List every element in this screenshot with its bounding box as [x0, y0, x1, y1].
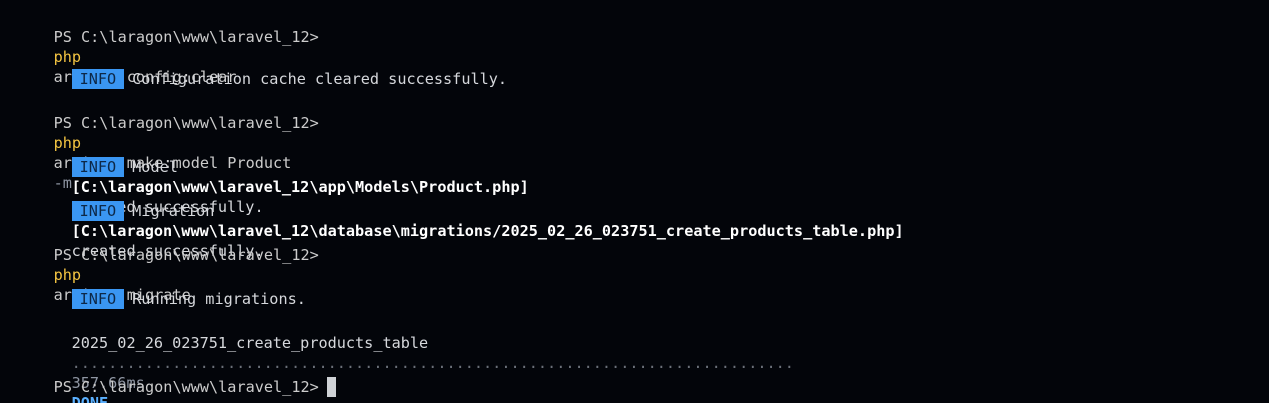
output-line-migrated: 2025_02_26_023751_create_products_table …	[35, 313, 794, 403]
info-badge: INFO	[71, 289, 125, 309]
info-badge: INFO	[71, 201, 125, 221]
prompt-line-current[interactable]: PS C:\laragon\www\laravel_12>	[17, 357, 336, 397]
prompt-path: PS C:\laragon\www\laravel_12>	[53, 246, 319, 264]
output-prefix: Migration	[132, 202, 215, 220]
prompt-path: PS C:\laragon\www\laravel_12>	[53, 28, 319, 46]
prompt-path: PS C:\laragon\www\laravel_12>	[53, 378, 319, 396]
terminal-window[interactable]: PS C:\laragon\www\laravel_12> php artisa…	[0, 0, 1269, 403]
output-prefix: Model	[132, 158, 178, 176]
prompt-line-1: PS C:\laragon\www\laravel_12> php artisa…	[17, 7, 319, 86]
prompt-line-3: PS C:\laragon\www\laravel_12> php artisa…	[17, 225, 319, 304]
output-line-migration: INFO Migration [C:\laragon\www\laravel_12…	[35, 181, 904, 260]
info-badge: INFO	[71, 69, 125, 89]
info-badge: INFO	[71, 157, 125, 177]
text-cursor[interactable]	[326, 377, 336, 397]
output-line-running: INFO Running migrations.	[35, 269, 306, 309]
output-text: Running migrations.	[132, 290, 306, 308]
output-line-model: INFO Model [C:\laragon\www\laravel_12\app…	[35, 137, 529, 216]
output-line-config-clear: INFO Configuration cache cleared successf…	[35, 49, 507, 89]
migration-name: 2025_02_26_023751_create_products_table	[71, 334, 429, 352]
prompt-line-2: PS C:\laragon\www\laravel_12> php artisa…	[17, 93, 319, 192]
prompt-path: PS C:\laragon\www\laravel_12>	[53, 114, 319, 132]
output-text: Configuration cache cleared successfully…	[132, 70, 508, 88]
